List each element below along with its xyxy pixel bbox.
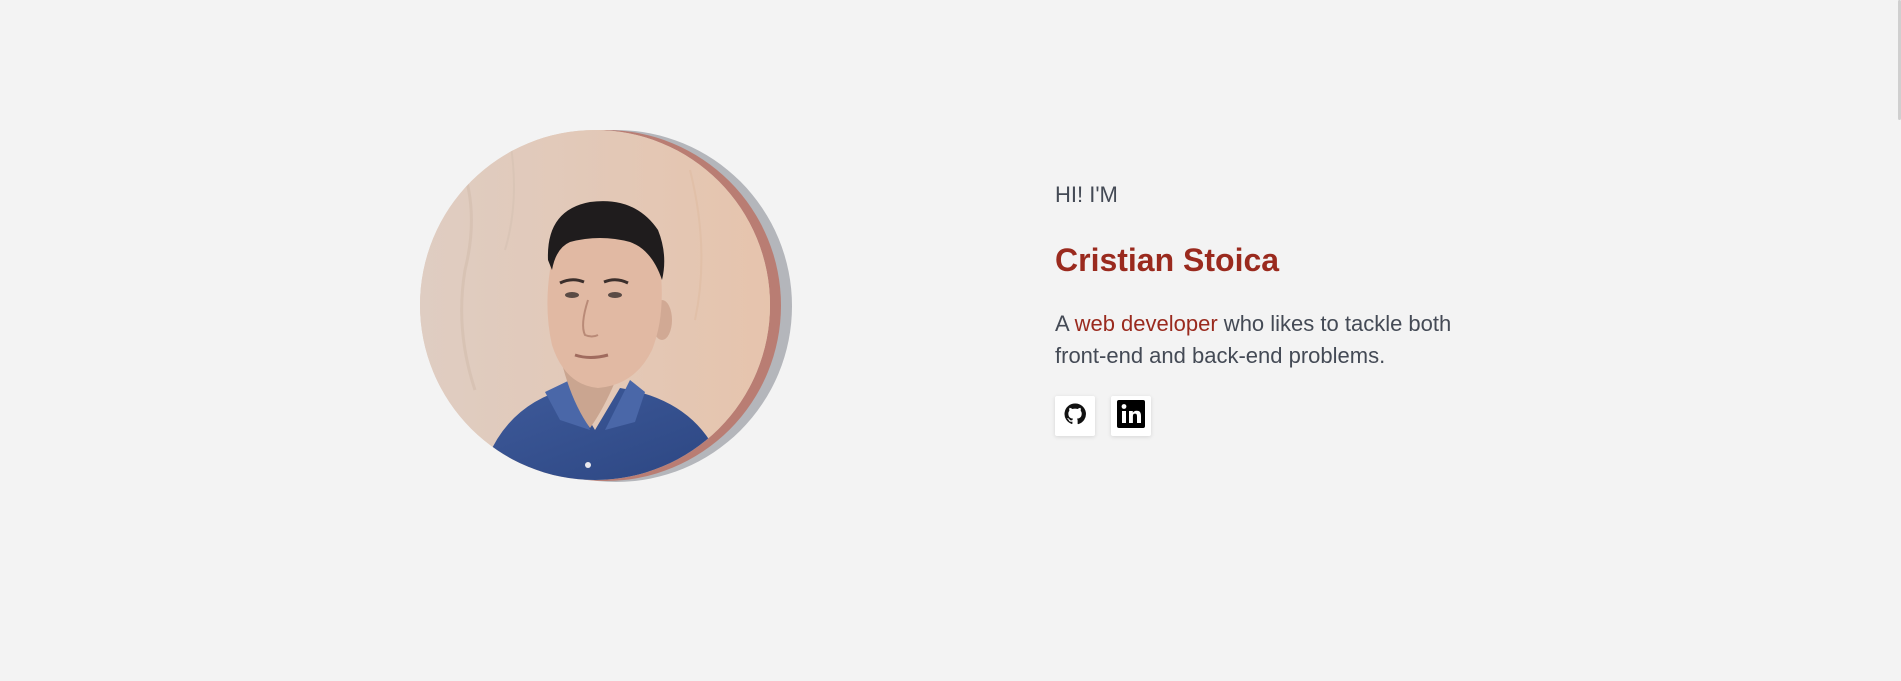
linkedin-icon bbox=[1116, 399, 1146, 434]
avatar bbox=[420, 130, 792, 482]
intro-section: HI! I'M Cristian Stoica A web developer … bbox=[1055, 178, 1535, 436]
profile-photo bbox=[420, 130, 770, 480]
github-link[interactable] bbox=[1055, 396, 1095, 436]
tagline: A web developer who likes to tackle both… bbox=[1055, 308, 1495, 372]
tagline-accent: web developer bbox=[1074, 311, 1218, 336]
social-links bbox=[1055, 396, 1535, 436]
name-heading: Cristian Stoica bbox=[1055, 242, 1280, 278]
tagline-prefix: A bbox=[1055, 311, 1075, 336]
greeting: HI! I'M bbox=[1055, 182, 1118, 207]
scrollbar[interactable] bbox=[1897, 0, 1901, 681]
github-icon bbox=[1063, 402, 1087, 431]
page: HI! I'M Cristian Stoica A web developer … bbox=[0, 0, 1901, 681]
linkedin-link[interactable] bbox=[1111, 396, 1151, 436]
